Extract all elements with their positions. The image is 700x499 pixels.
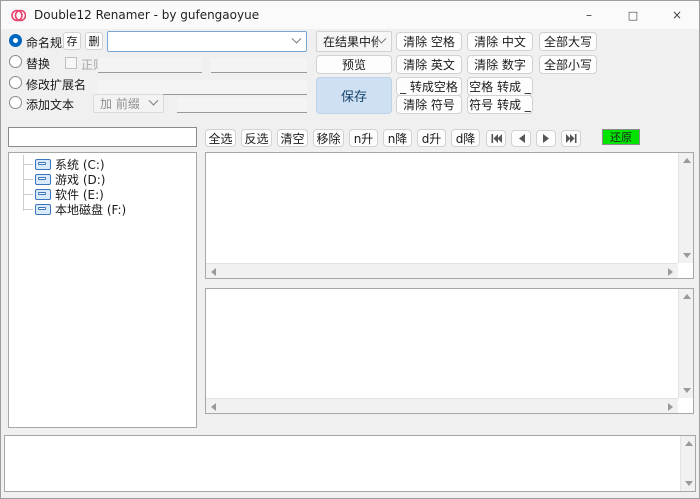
scroll-up-icon[interactable] [685,441,693,446]
preview-names-list[interactable] [205,288,694,414]
tree-connector [23,194,33,195]
naming-rule-combobox[interactable] [107,31,307,52]
tree-item-drive-f[interactable]: 本地磁盘 (F:) [9,202,126,217]
drive-icon [35,204,51,215]
log-panel[interactable] [4,435,696,492]
clear-list-button[interactable]: 清空 [277,129,308,147]
tree-connector [23,164,33,165]
radio-change-extension[interactable] [9,76,22,89]
remove-button[interactable]: 移除 [313,129,344,147]
drive-icon [35,189,51,200]
drive-icon [35,159,51,170]
scroll-up-icon[interactable] [683,158,691,163]
text-position-dropdown[interactable]: 加 前缀 [93,94,164,113]
tree-filter-input[interactable] [8,127,197,147]
change-extension-label: 修改扩展名 [26,76,86,93]
restore-button[interactable]: 还原 [602,129,640,145]
window-title: Double12 Renamer - by gufengaoyue [34,8,259,22]
vertical-scrollbar[interactable] [678,289,693,398]
tree-item-drive-c[interactable]: 系统 (C:) [9,157,105,172]
clear-spaces-button[interactable]: 清除 空格 [396,32,462,51]
lowercase-button[interactable]: 全部小写 [539,55,597,74]
scroll-down-icon[interactable] [683,388,691,393]
title-bar: Double12 Renamer - by gufengaoyue – □ × [1,1,699,29]
scroll-left-icon[interactable] [211,268,216,276]
scroll-right-icon[interactable] [668,268,673,276]
next-page-button[interactable] [536,130,556,147]
sort-date-desc-button[interactable]: d降 [451,129,480,147]
radio-replace[interactable] [9,55,22,68]
scope-dropdown[interactable]: 在结果中修改 [316,31,392,52]
drive-slot [38,162,46,165]
preview-button[interactable]: 预览 [316,55,392,74]
sort-date-asc-button[interactable]: d升 [417,129,446,147]
add-text-field[interactable] [177,98,307,113]
horizontal-scrollbar[interactable] [206,398,678,413]
app-logo-icon [11,8,26,23]
regex-checkbox[interactable] [65,57,77,69]
drive-slot [38,177,46,180]
replace-label: 替换 [26,55,50,72]
space-to-underscore-button[interactable]: 空格 转成 _ [467,77,533,96]
drive-tree-panel[interactable]: 系统 (C:) 游戏 (D:) 软件 (E:) 本地磁盘 (F:) [8,152,197,428]
vertical-scrollbar[interactable] [678,153,693,263]
last-page-button[interactable] [561,130,581,147]
chevron-down-icon [292,34,302,44]
vertical-scrollbar[interactable] [680,436,695,491]
add-text-label: 添加文本 [26,96,74,113]
clear-chinese-button[interactable]: 清除 中文 [467,32,533,51]
invert-selection-button[interactable]: 反选 [241,129,272,147]
text-position-value: 加 前缀 [100,95,150,112]
clear-digits-button[interactable]: 清除 数字 [467,55,533,74]
minimize-button[interactable]: – [567,1,611,29]
uppercase-button[interactable]: 全部大写 [539,32,597,51]
horizontal-scrollbar[interactable] [206,263,678,278]
delete-rule-button[interactable]: 删 [85,32,103,50]
symbols-to-underscore-button[interactable]: 符号 转成 _ [467,95,533,114]
drive-icon [35,174,51,185]
replace-with-field[interactable] [211,58,307,73]
tree-item-drive-e[interactable]: 软件 (E:) [9,187,104,202]
maximize-button[interactable]: □ [611,1,655,29]
select-all-button[interactable]: 全选 [205,129,236,147]
clear-symbols-button[interactable]: 清除 符号 [396,95,462,114]
replace-find-field[interactable] [98,58,202,73]
radio-naming-rule[interactable] [9,34,22,47]
underscore-to-space-button[interactable]: _ 转成空格 [396,77,462,96]
previous-page-button[interactable] [511,130,531,147]
scroll-down-icon[interactable] [683,253,691,258]
radio-add-text[interactable] [9,96,22,109]
sort-name-desc-button[interactable]: n降 [383,129,412,147]
save-button[interactable]: 保存 [316,77,392,114]
scroll-left-icon[interactable] [211,403,216,411]
tree-item-drive-d[interactable]: 游戏 (D:) [9,172,105,187]
extension-field[interactable] [98,80,307,95]
first-page-button[interactable] [486,130,506,147]
scroll-up-icon[interactable] [683,294,691,299]
drive-label: 本地磁盘 (F:) [55,201,126,218]
original-names-list[interactable] [205,152,694,279]
save-rule-button[interactable]: 存 [63,32,81,50]
sort-name-asc-button[interactable]: n升 [349,129,378,147]
drive-slot [38,192,46,195]
clear-english-button[interactable]: 清除 英文 [396,55,462,74]
chevron-down-icon [149,96,159,106]
close-button[interactable]: × [655,1,699,29]
tree-connector [23,179,33,180]
scroll-right-icon[interactable] [668,403,673,411]
window-controls: – □ × [567,1,699,29]
scroll-down-icon[interactable] [685,481,693,486]
tree-connector [23,209,33,210]
app-window: Double12 Renamer - by gufengaoyue – □ × … [0,0,700,499]
scope-dropdown-value: 在结果中修改 [323,33,378,50]
chevron-down-icon [377,34,387,44]
drive-slot [38,207,46,210]
